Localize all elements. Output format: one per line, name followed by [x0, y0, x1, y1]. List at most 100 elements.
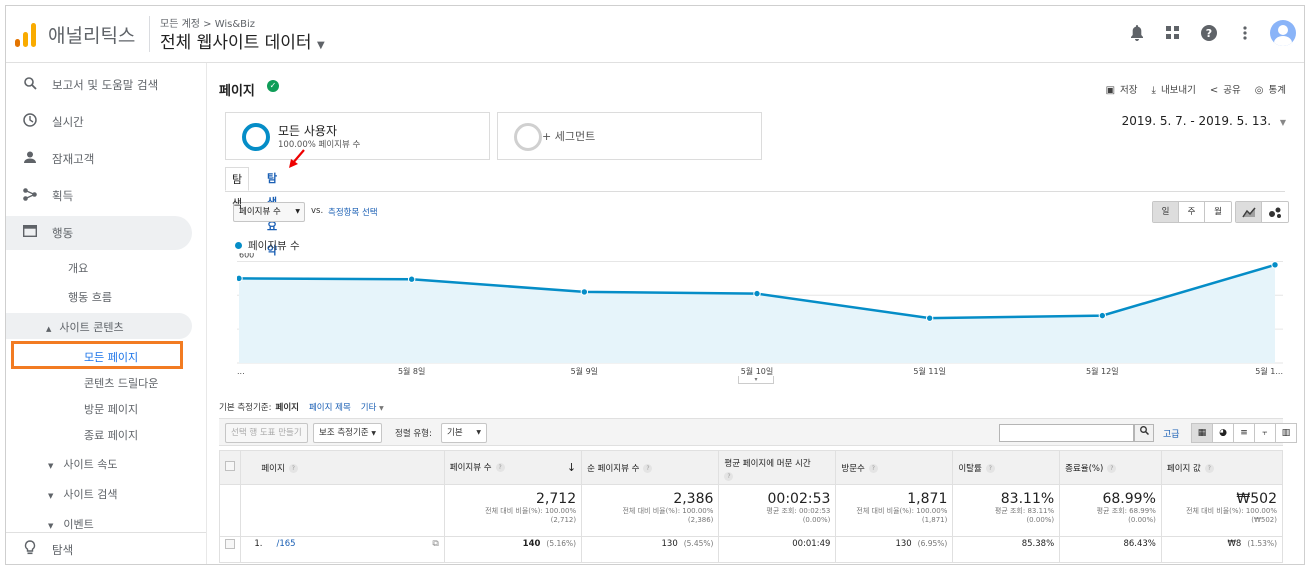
total-sub: 평균 조회: 00:02:53: [766, 507, 831, 515]
sidebar-content-drilldown[interactable]: 콘텐츠 드릴다운: [84, 375, 158, 391]
svg-text:?: ?: [1206, 27, 1212, 40]
comparison-view-button[interactable]: ⫟: [1254, 423, 1276, 443]
table-row: 1. /165 ⧉ 140 (5.16%) 130 (5.45%) 00:01:49 1…: [218, 536, 1284, 563]
primary-dim-other[interactable]: 기타 ▼: [361, 401, 384, 413]
sidebar-item-audience[interactable]: 잠재고객: [6, 142, 206, 176]
export-button[interactable]: ⤓ 내보내기: [1152, 82, 1196, 96]
segment-circle-icon: [242, 123, 270, 151]
total-value: 83.11%: [1000, 491, 1055, 507]
sidebar-site-speed-label: 사이트 속도: [63, 458, 118, 471]
caret-down-icon: ▼: [48, 522, 54, 530]
tab-explorer-summary[interactable]: 탐색 요약: [261, 167, 283, 257]
select-all-cell[interactable]: [218, 450, 242, 485]
week-button[interactable]: 주: [1179, 202, 1205, 222]
download-icon: ⤓: [1151, 85, 1156, 96]
top-bar: 애널리틱스 모든 계정 > Wis&Biz 전체 웹사이트 데이터 ▼ ?: [6, 6, 1304, 63]
row-page-link[interactable]: /165: [276, 539, 295, 549]
total-sub: 전체 대비 비율(%): 100.00%: [485, 507, 577, 515]
sidebar-all-pages[interactable]: 모든 페이지: [84, 349, 138, 365]
col-header-label: 페이지뷰 수: [449, 463, 492, 473]
total-value: 68.99%: [1102, 491, 1156, 507]
sidebar-item-acquisition[interactable]: 획득: [6, 179, 206, 213]
data-point: [925, 314, 934, 322]
line-chart-button[interactable]: [1236, 202, 1262, 222]
sidebar-item-realtime[interactable]: 실시간: [6, 105, 206, 139]
select-all-checkbox[interactable]: [225, 461, 235, 471]
chart-legend: 페이지뷰 수: [235, 238, 300, 253]
account-avatar[interactable]: [1270, 20, 1296, 46]
row-value: 130: [661, 539, 678, 549]
plot-rows-button[interactable]: 선택 행 도표 만들기: [225, 423, 308, 443]
save-button[interactable]: ▣ 저장: [1106, 82, 1138, 96]
total-sub: (₩502): [1251, 516, 1277, 524]
data-table: 페이지? 페이지뷰 수? ↓ 순 페이지뷰 수? 평균 페이지에 머문 시간? 방…: [218, 450, 1284, 563]
primary-dim-page-title[interactable]: 페이지 제목: [309, 401, 351, 413]
sidebar-landing-pages[interactable]: 방문 페이지: [84, 401, 138, 417]
data-table-view-button[interactable]: ▦: [1191, 423, 1213, 443]
sidebar-site-content[interactable]: ▲ 사이트 콘텐츠: [6, 313, 192, 339]
empty-segment-circle-icon: [514, 123, 542, 151]
col-header-pageviews[interactable]: 페이지뷰 수? ↓: [443, 450, 583, 485]
motion-chart-button[interactable]: [1262, 202, 1288, 222]
chart-collapse-handle[interactable]: ▾: [738, 376, 774, 384]
sidebar-item-label: 획득: [52, 189, 74, 203]
col-header-page[interactable]: 페이지?: [240, 450, 445, 485]
segment-all-users[interactable]: 모든 사용자 100.00% 페이지뷰 수: [225, 112, 490, 160]
sidebar-events[interactable]: ▼ 이벤트: [48, 516, 94, 532]
sidebar-events-label: 이벤트: [63, 518, 94, 531]
col-header-entrances[interactable]: 방문수?: [835, 450, 954, 485]
day-button[interactable]: 일: [1153, 202, 1179, 222]
report-actions: ▣ 저장 ⤓ 내보내기 < 공유 ◎ 통계: [1106, 82, 1286, 96]
table-toolbar: 선택 행 도표 만들기 보조 측정기준 ▼ 정렬 유형: 기본 ▼ 고급 ▦ ◕…: [219, 418, 1297, 446]
advanced-filter-link[interactable]: 고급: [1163, 427, 1180, 440]
share-button[interactable]: < 공유: [1210, 82, 1241, 96]
table-search-input[interactable]: [999, 424, 1134, 442]
sidebar-item-behavior[interactable]: 행동: [6, 216, 192, 250]
date-range-selector[interactable]: 2019. 5. 7. - 2019. 5. 13. ▼: [1122, 114, 1286, 128]
caret-down-icon: ▼: [1279, 118, 1286, 127]
open-link-icon[interactable]: ⧉: [432, 539, 438, 549]
col-header-page-value[interactable]: 페이지 값?: [1160, 450, 1284, 485]
sidebar-site-speed[interactable]: ▼ 사이트 속도: [48, 456, 118, 472]
pie-view-button[interactable]: ◕: [1212, 423, 1234, 443]
sidebar-behavior-flow[interactable]: 행동 흐름: [68, 289, 112, 305]
insights-button[interactable]: ◎ 통계: [1255, 82, 1286, 96]
add-segment-card[interactable]: + 세그먼트: [497, 112, 762, 160]
help-icon: ?: [643, 463, 653, 473]
row-select-cell[interactable]: [218, 536, 242, 563]
col-header-bounce-rate[interactable]: 이탈률?: [952, 450, 1061, 485]
secondary-dimension-select[interactable]: 보조 측정기준 ▼: [313, 423, 382, 443]
totals-row: 2,712 전체 대비 비율(%): 100.00% (2,712) 2,386 전체…: [218, 484, 1284, 537]
table-search-button[interactable]: [1134, 424, 1154, 442]
apps-grid-icon[interactable]: [1162, 22, 1184, 44]
row-avg-time: 00:01:49: [718, 536, 837, 563]
tab-explorer[interactable]: 탐색: [225, 167, 250, 210]
date-range: 2019. 5. 7. - 2019. 5. 13.: [1121, 114, 1272, 128]
more-vert-icon[interactable]: [1234, 22, 1256, 44]
row-checkbox[interactable]: [225, 539, 235, 549]
total-sub: (2,712): [550, 516, 577, 524]
sidebar-item-discover[interactable]: 탐색: [6, 532, 206, 564]
data-point: [1271, 261, 1279, 269]
col-header-exit-rate[interactable]: 종료율(%)?: [1059, 450, 1162, 485]
performance-view-button[interactable]: ≡: [1233, 423, 1255, 443]
pivot-view-button[interactable]: ▥: [1275, 423, 1297, 443]
x-tick-label: 5월 9일: [571, 366, 598, 376]
sidebar-behavior-overview[interactable]: 개요: [68, 260, 88, 276]
col-header-avg-time[interactable]: 평균 페이지에 머문 시간?: [718, 450, 837, 485]
view-selector[interactable]: 전체 웹사이트 데이터 ▼: [160, 28, 325, 53]
sidebar-site-search[interactable]: ▼ 사이트 검색: [48, 486, 118, 502]
help-icon[interactable]: ?: [1198, 22, 1220, 44]
col-header-unique-pageviews[interactable]: 순 페이지뷰 수?: [581, 450, 720, 485]
primary-dim-page[interactable]: 페이지: [276, 401, 299, 413]
sidebar-search[interactable]: 보고서 및 도움말 검색: [6, 68, 206, 102]
sort-type-select[interactable]: 기본 ▼: [441, 423, 487, 443]
month-button[interactable]: 월: [1205, 202, 1231, 222]
sidebar-exit-pages[interactable]: 종료 페이지: [84, 427, 138, 443]
analytics-logo-icon[interactable]: [15, 23, 37, 47]
metric-select[interactable]: 페이지뷰 수 ▼: [233, 202, 305, 222]
bars-icon: ≡: [1240, 428, 1248, 438]
help-icon: ?: [724, 472, 734, 481]
notifications-bell-icon[interactable]: [1126, 22, 1148, 44]
select-metric-link[interactable]: 측정항목 선택: [328, 206, 378, 218]
